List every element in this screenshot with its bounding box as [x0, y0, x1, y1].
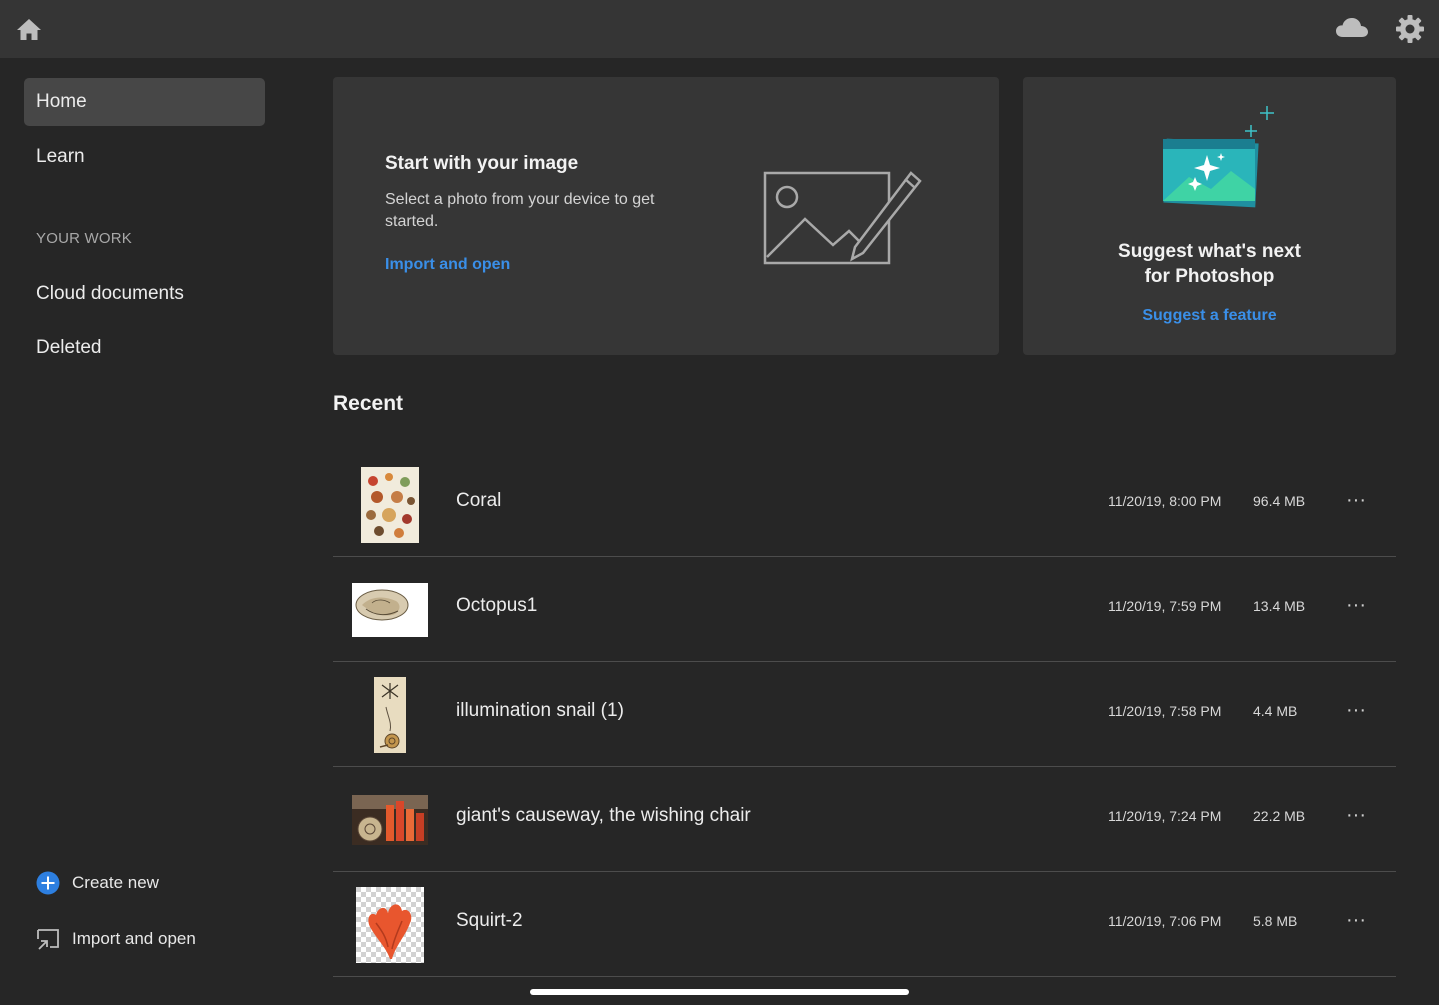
table-row[interactable]: Octopus1 11/20/19, 7:59 PM 13.4 MB ···	[333, 557, 1396, 662]
sidebar-item-cloud-documents[interactable]: Cloud documents	[24, 270, 265, 318]
file-thumbnail	[343, 672, 437, 757]
image-placeholder-icon	[763, 169, 923, 265]
file-date: 11/20/19, 7:06 PM	[1108, 913, 1222, 929]
file-size: 4.4 MB	[1253, 703, 1298, 719]
more-options-button[interactable]: ···	[1338, 797, 1374, 833]
file-size: 13.4 MB	[1253, 598, 1306, 614]
table-row[interactable]: Coral 11/20/19, 8:00 PM 96.4 MB ···	[333, 452, 1396, 557]
recent-heading: Recent	[333, 392, 404, 415]
file-size: 5.8 MB	[1253, 913, 1298, 929]
home-icon[interactable]	[14, 15, 44, 43]
plus-circle-icon	[36, 871, 60, 895]
import-and-open-button[interactable]: Import and open	[36, 924, 196, 954]
start-card-description: Select a photo from your device to get s…	[385, 191, 655, 230]
file-size: 22.2 MB	[1253, 808, 1306, 824]
ellipsis-icon: ···	[1346, 594, 1366, 616]
suggest-card-title: Suggest what's next for Photoshop	[1023, 239, 1396, 289]
more-options-button[interactable]: ···	[1338, 482, 1374, 518]
sidebar: Home Learn YOUR WORK Cloud documents Del…	[0, 58, 290, 1005]
suggest-feature-link[interactable]: Suggest a feature	[1023, 307, 1396, 325]
import-and-open-link[interactable]: Import and open	[385, 256, 510, 274]
file-thumbnail	[343, 462, 437, 547]
suggest-title-line2: for Photoshop	[1144, 266, 1275, 287]
suggest-title-line1: Suggest what's next	[1118, 241, 1301, 262]
ellipsis-icon: ···	[1346, 804, 1366, 826]
file-name: illumination snail (1)	[456, 700, 624, 721]
file-size: 96.4 MB	[1253, 493, 1306, 509]
file-name: Octopus1	[456, 595, 538, 616]
start-with-image-card: Start with your image Select a photo fro…	[333, 77, 999, 355]
file-name: Coral	[456, 490, 502, 511]
ellipsis-icon: ···	[1346, 699, 1366, 721]
cloud-icon[interactable]	[1334, 14, 1370, 42]
more-options-button[interactable]: ···	[1338, 902, 1374, 938]
table-row[interactable]: Squirt-2 11/20/19, 7:06 PM 5.8 MB ···	[333, 872, 1396, 977]
table-row[interactable]: giant's causeway, the wishing chair 11/2…	[333, 767, 1396, 872]
sidebar-item-deleted[interactable]: Deleted	[24, 324, 265, 372]
section-label-your-work: YOUR WORK	[36, 230, 132, 247]
file-thumbnail	[343, 882, 437, 967]
import-icon	[36, 927, 60, 951]
suggest-feature-card: Suggest what's next for Photoshop Sugges…	[1023, 77, 1396, 355]
file-date: 11/20/19, 7:58 PM	[1108, 703, 1222, 719]
more-options-button[interactable]: ···	[1338, 692, 1374, 728]
create-new-button[interactable]: Create new	[36, 868, 159, 898]
ellipsis-icon: ···	[1346, 489, 1366, 511]
sparkle-window-icon	[1159, 101, 1279, 215]
more-options-button[interactable]: ···	[1338, 587, 1374, 623]
sidebar-item-home[interactable]: Home	[24, 78, 265, 126]
top-bar	[0, 0, 1439, 58]
home-indicator[interactable]	[530, 989, 909, 995]
file-name: Squirt-2	[456, 910, 523, 931]
ellipsis-icon: ···	[1346, 909, 1366, 931]
table-row[interactable]: illumination snail (1) 11/20/19, 7:58 PM…	[333, 662, 1396, 767]
file-thumbnail	[343, 777, 437, 862]
create-new-label: Create new	[72, 873, 159, 892]
file-date: 11/20/19, 8:00 PM	[1108, 493, 1222, 509]
import-and-open-label: Import and open	[72, 929, 196, 948]
file-date: 11/20/19, 7:24 PM	[1108, 808, 1222, 824]
gear-icon[interactable]	[1394, 13, 1426, 45]
file-thumbnail	[343, 567, 437, 652]
sidebar-item-learn[interactable]: Learn	[24, 133, 265, 181]
file-date: 11/20/19, 7:59 PM	[1108, 598, 1222, 614]
start-card-title: Start with your image	[385, 153, 579, 174]
file-name: giant's causeway, the wishing chair	[456, 805, 751, 826]
